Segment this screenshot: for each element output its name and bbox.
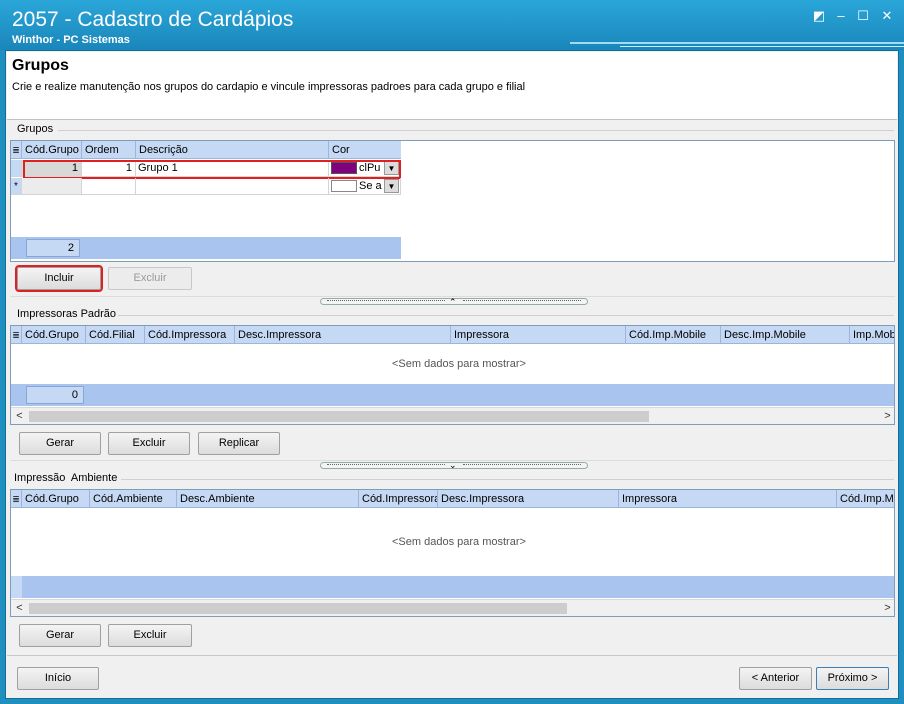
- chevron-up-icon[interactable]: ⌃: [449, 298, 457, 307]
- column-header-desc-imp-mobile[interactable]: Desc.Imp.Mobile: [721, 326, 850, 344]
- scroll-left-icon[interactable]: <: [11, 600, 28, 616]
- ambiente-grid-header: ≣ Cód.Grupo Cód.Ambiente Desc.Ambiente C…: [11, 490, 894, 508]
- section-divider: [58, 130, 894, 131]
- cell-cod-grupo[interactable]: [22, 178, 82, 195]
- new-row-marker: *: [11, 178, 22, 195]
- impressoras-grid-header: ≣ Cód.Grupo Cód.Filial Cód.Impressora De…: [11, 326, 894, 344]
- column-header-desc-ambiente[interactable]: Desc.Ambiente: [177, 490, 359, 508]
- column-header-imp-mobile[interactable]: Imp.Mob: [850, 326, 894, 344]
- color-swatch: [331, 180, 357, 192]
- chevron-down-icon[interactable]: ▼: [384, 161, 399, 175]
- gerar-ambiente-button[interactable]: Gerar: [19, 624, 101, 647]
- page-title: Grupos: [12, 57, 69, 74]
- row-indicator: [11, 160, 22, 177]
- excluir-impressoras-button[interactable]: Excluir: [108, 432, 190, 455]
- proximo-button[interactable]: Próximo >: [816, 667, 889, 690]
- cell-cor[interactable]: clPu ▼: [329, 160, 401, 177]
- ambiente-section-label: Impressão Ambiente: [14, 472, 118, 484]
- impressoras-grid[interactable]: ≣ Cód.Grupo Cód.Filial Cód.Impressora De…: [10, 325, 895, 425]
- close-icon[interactable]: ✕: [878, 8, 896, 24]
- incluir-button[interactable]: Incluir: [15, 265, 103, 292]
- scroll-right-icon[interactable]: >: [879, 600, 894, 616]
- splitter-grip: [327, 464, 445, 466]
- grupos-section-label: Grupos: [17, 123, 54, 135]
- color-name: Se a: [359, 180, 382, 192]
- cell-ordem[interactable]: 1: [82, 160, 136, 177]
- color-swatch: [331, 162, 357, 174]
- splitter-grip: [463, 300, 581, 302]
- grid-menu-icon[interactable]: ≣: [11, 141, 22, 159]
- cell-ordem[interactable]: [82, 178, 136, 195]
- page-description: Crie e realize manutenção nos grupos do …: [12, 81, 526, 93]
- replicar-button[interactable]: Replicar: [198, 432, 280, 455]
- empty-message: <Sem dados para mostrar>: [392, 536, 526, 548]
- footer-indicator: [11, 576, 22, 598]
- column-header-cod-impressora[interactable]: Cód.Impressora: [145, 326, 235, 344]
- maximize-icon[interactable]: ☐: [854, 8, 872, 24]
- column-header-cod-ambiente[interactable]: Cód.Ambiente: [90, 490, 177, 508]
- ambiente-grid[interactable]: ≣ Cód.Grupo Cód.Ambiente Desc.Ambiente C…: [10, 489, 895, 617]
- grid-menu-icon[interactable]: ≣: [11, 326, 22, 344]
- gerar-impressoras-button[interactable]: Gerar: [19, 432, 101, 455]
- column-header-cod-imp-mobile[interactable]: Cód.Imp.Mobile: [626, 326, 721, 344]
- excluir-ambiente-button[interactable]: Excluir: [108, 624, 192, 647]
- grupos-grid-header: ≣ Cód.Grupo Ordem Descrição Cor: [11, 141, 401, 159]
- main-frame: Grupos Crie e realize manutenção nos gru…: [5, 50, 899, 699]
- column-header-desc-impressora[interactable]: Desc.Impressora: [438, 490, 619, 508]
- column-header-ordem[interactable]: Ordem: [82, 141, 136, 159]
- grupos-grid[interactable]: ≣ Cód.Grupo Ordem Descrição Cor 1 1 Grup…: [10, 140, 895, 262]
- column-header-desc-impressora[interactable]: Desc.Impressora: [235, 326, 451, 344]
- cell-descricao[interactable]: [136, 178, 329, 195]
- inicio-button[interactable]: Início: [17, 667, 99, 690]
- titlebar-decoration: [570, 42, 904, 44]
- chevron-down-icon[interactable]: ▼: [384, 179, 399, 193]
- section-divider: [7, 655, 897, 656]
- scrollbar-thumb[interactable]: [29, 411, 649, 422]
- ambiente-footer: [11, 576, 894, 598]
- window-title: 2057 - Cadastro de Cardápios: [12, 8, 294, 31]
- impressoras-count: 0: [26, 386, 84, 404]
- chevron-down-icon[interactable]: ⌄: [449, 461, 457, 470]
- window-titlebar: 2057 - Cadastro de Cardápios Winthor - P…: [0, 0, 904, 50]
- horizontal-scrollbar[interactable]: < >: [11, 599, 894, 616]
- column-header-impressora[interactable]: Impressora: [619, 490, 837, 508]
- column-header-cod-grupo[interactable]: Cód.Grupo: [22, 490, 90, 508]
- splitter-grip: [463, 464, 581, 466]
- empty-message: <Sem dados para mostrar>: [392, 358, 526, 370]
- column-header-cod-grupo[interactable]: Cód.Grupo: [22, 141, 82, 159]
- restore-icon[interactable]: ◩: [810, 8, 828, 24]
- splitter-grip: [327, 300, 445, 302]
- cell-cor[interactable]: Se a ▼: [329, 178, 401, 195]
- section-divider: [121, 479, 894, 480]
- grid-menu-icon[interactable]: ≣: [11, 490, 22, 508]
- column-header-cod-impressora[interactable]: Cód.Impressora: [359, 490, 438, 508]
- scroll-left-icon[interactable]: <: [11, 408, 28, 424]
- anterior-button[interactable]: < Anterior: [739, 667, 812, 690]
- column-header-descricao[interactable]: Descrição: [136, 141, 329, 159]
- horizontal-scrollbar[interactable]: < >: [11, 407, 894, 424]
- column-header-cor[interactable]: Cor: [329, 141, 401, 159]
- column-header-cod-grupo[interactable]: Cód.Grupo: [22, 326, 86, 344]
- scroll-right-icon[interactable]: >: [879, 408, 894, 424]
- impressoras-footer: 0: [11, 384, 894, 406]
- scrollbar-thumb[interactable]: [29, 603, 567, 614]
- window-subtitle: Winthor - PC Sistemas: [12, 34, 130, 46]
- column-header-cod-imp-mobile[interactable]: Cód.Imp.Me: [837, 490, 894, 508]
- cell-cod-grupo[interactable]: 1: [22, 160, 82, 177]
- color-name: clPu: [359, 162, 381, 174]
- splitter-handle[interactable]: ⌄: [320, 461, 588, 470]
- column-header-impressora[interactable]: Impressora: [451, 326, 626, 344]
- grupos-footer: 2: [11, 237, 401, 259]
- impressoras-section-label: Impressoras Padrão: [17, 308, 117, 320]
- minimize-icon[interactable]: –: [832, 8, 850, 24]
- cell-descricao[interactable]: Grupo 1: [136, 160, 329, 177]
- titlebar-decoration: [620, 46, 904, 47]
- grupos-count: 2: [26, 239, 80, 257]
- splitter-handle[interactable]: ⌃: [320, 298, 588, 307]
- page-header: Grupos Crie e realize manutenção nos gru…: [7, 52, 897, 120]
- column-header-cod-filial[interactable]: Cód.Filial: [86, 326, 145, 344]
- section-divider: [118, 315, 894, 316]
- excluir-grupo-button[interactable]: Excluir: [108, 267, 192, 290]
